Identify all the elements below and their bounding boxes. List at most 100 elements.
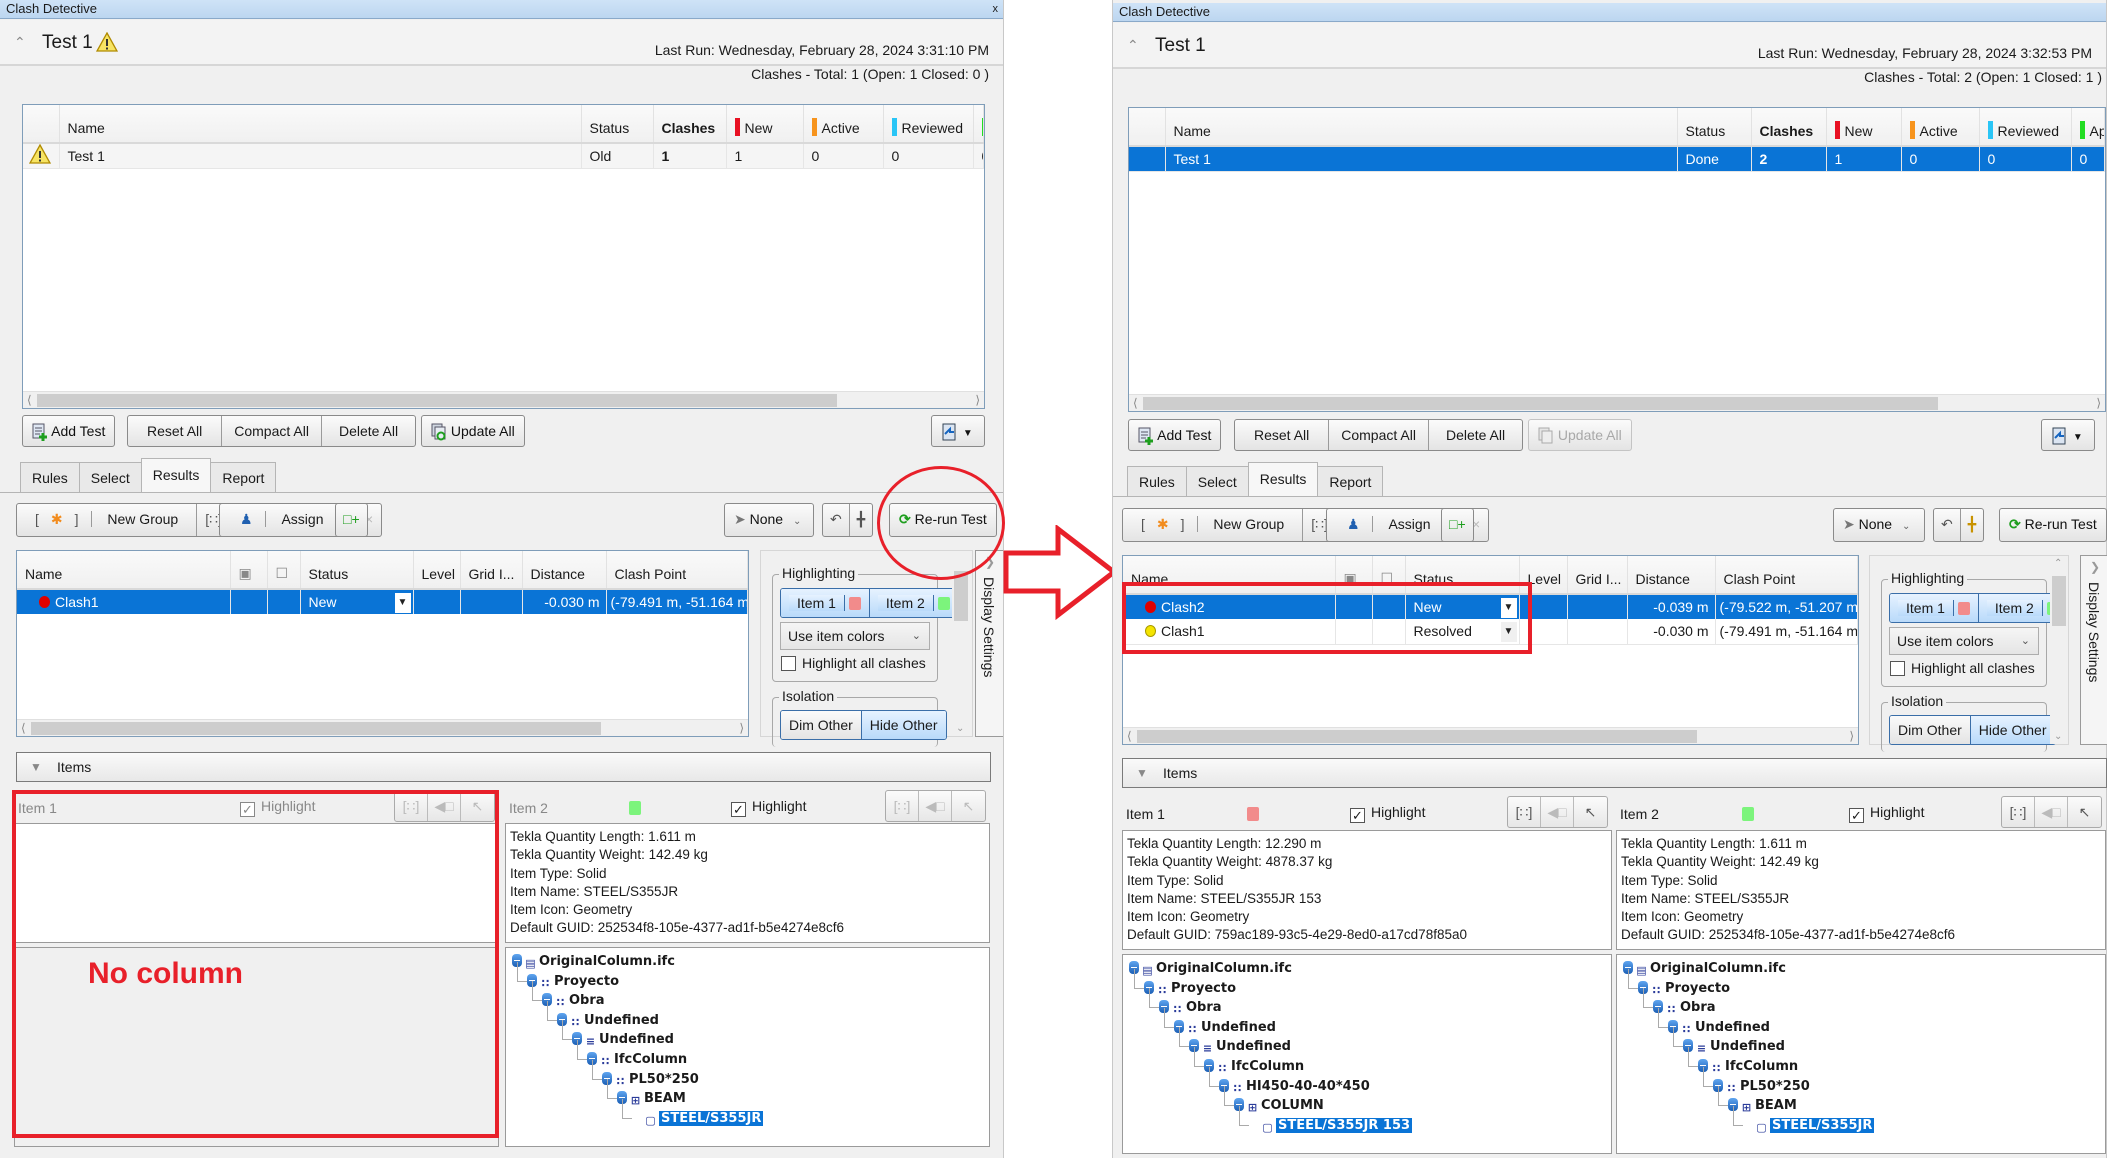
close-button[interactable]: x	[993, 0, 999, 18]
column-header-comments[interactable]: ☐	[267, 551, 301, 590]
tree-node[interactable]: ▢ STEEL/S355JR	[512, 1098, 983, 1129]
rerun-test-button[interactable]: ⟳ Re-run Test	[1999, 508, 2107, 542]
column-header-name[interactable]: Name	[1165, 108, 1678, 147]
reset-sort-icon[interactable]: ↶	[823, 504, 850, 536]
tree-node[interactable]: ∷ IfcColumn	[512, 1039, 983, 1070]
tree-node[interactable]: ∷ HI450-40-40*450	[1129, 1066, 1605, 1097]
group-icon[interactable]: [∷]	[2002, 797, 2035, 827]
clean-icon[interactable]: ╋	[850, 504, 872, 536]
vertical-scrollbar[interactable]: ⌄	[952, 551, 970, 736]
tab-results[interactable]: Results	[140, 458, 212, 492]
column-header-status[interactable]: Status	[300, 551, 414, 590]
tree-node[interactable]: ▢ STEEL/S355JR	[1623, 1105, 2099, 1136]
column-header-reviewed[interactable]: Reviewed	[1979, 108, 2072, 147]
return-icon[interactable]: ◀□	[1541, 797, 1574, 827]
column-header-icon[interactable]	[23, 105, 60, 144]
tree-node[interactable]: ∷ Obra	[512, 981, 983, 1011]
tab-select[interactable]: Select	[1185, 466, 1249, 496]
update-all-button[interactable]: Update All	[421, 415, 525, 447]
reset-all-button[interactable]: Reset All	[128, 416, 223, 446]
new-group-button[interactable]: [✱] New Group	[17, 504, 198, 536]
tree-node[interactable]: ∷ Proyecto	[512, 961, 983, 992]
tree-node[interactable]: ▤ OriginalColumn.ifc	[1623, 959, 2099, 979]
column-header-active[interactable]: Active	[803, 105, 884, 144]
add-comment-button[interactable]: □+	[1441, 508, 1474, 542]
tab-select[interactable]: Select	[78, 462, 142, 492]
column-header-level[interactable]: Level	[413, 551, 461, 590]
collapse-chevron-icon[interactable]: ⌃	[1127, 37, 1139, 54]
horizontal-scrollbar[interactable]: ⟨ ⟩	[17, 719, 748, 736]
tree-node[interactable]: ∷ Undefined	[1623, 1007, 2099, 1038]
assign-button[interactable]: ♟ Assign	[1327, 509, 1452, 541]
column-header-clash-point[interactable]: Clash Point	[606, 551, 748, 590]
column-header-new[interactable]: New	[726, 105, 804, 144]
item1-toggle[interactable]: Item 1	[1890, 594, 1979, 622]
hide-other-button[interactable]: Hide Other	[1970, 716, 2055, 744]
column-header-grid[interactable]: Grid I...	[460, 551, 523, 590]
column-header-icon[interactable]	[1129, 108, 1166, 147]
dim-other-button[interactable]: Dim Other	[1890, 716, 1971, 744]
column-header-distance[interactable]: Distance	[522, 551, 607, 590]
column-header-distance[interactable]: Distance	[1627, 556, 1716, 595]
tests-grid[interactable]: Name Status Clashes New Active Reviewed …	[1128, 107, 2106, 412]
tree-node[interactable]: ▢ STEEL/S355JR 153	[1129, 1105, 1605, 1136]
tree-node[interactable]: ∷ IfcColumn	[1623, 1046, 2099, 1077]
tree-node[interactable]: ∷ Obra	[1623, 988, 2099, 1018]
new-group-button[interactable]: [✱] New Group	[1123, 509, 1304, 541]
item2-highlight-checkbox[interactable]: ✓ Highlight	[731, 798, 806, 817]
tree-node[interactable]: ∷ IfcColumn	[1129, 1046, 1605, 1077]
tree-node[interactable]: ⊞ COLUMN	[1129, 1086, 1605, 1116]
delete-all-button[interactable]: Delete All	[322, 416, 415, 446]
import-export-button[interactable]: ▼	[2041, 419, 2095, 451]
filter-dropdown[interactable]: ➤ None ⌄	[1833, 508, 1925, 542]
tab-report[interactable]: Report	[210, 462, 277, 492]
column-header-reviewed[interactable]: Reviewed	[883, 105, 974, 144]
column-header-viewpoint[interactable]: ▣	[230, 551, 268, 590]
tree-node[interactable]: ∷ Undefined	[1129, 1007, 1605, 1038]
tab-report[interactable]: Report	[1317, 466, 1384, 496]
tree-node[interactable]: ⊞ BEAM	[1623, 1086, 2099, 1116]
column-header-active[interactable]: Active	[1901, 108, 1980, 147]
tree-node[interactable]: ∷ PL50*250	[512, 1059, 983, 1090]
test-header[interactable]: ⌃ Test 1 Last Run: Wednesday, February 2…	[0, 20, 1003, 66]
tree-node[interactable]: ▤ OriginalColumn.ifc	[512, 952, 983, 972]
status-dropdown[interactable]: ▼	[394, 593, 411, 613]
column-header-name[interactable]: Name	[59, 105, 582, 144]
column-header-new[interactable]: New	[1826, 108, 1902, 147]
column-header-clash-point[interactable]: Clash Point	[1715, 556, 1858, 595]
return-icon[interactable]: ◀□	[919, 791, 952, 821]
column-header-name[interactable]: Name	[17, 551, 231, 590]
select-pointer-icon[interactable]: ↖	[952, 791, 985, 821]
reset-sort-icon[interactable]: ↶	[1934, 509, 1961, 541]
column-header-clashes[interactable]: Clashes	[1751, 108, 1827, 147]
item1-selection-tree[interactable]: ▤ OriginalColumn.ifc ∷ Proyecto ∷ Obra ∷ Undefi…	[1122, 954, 1612, 1154]
reset-all-button[interactable]: Reset All	[1235, 420, 1330, 450]
column-header-status[interactable]: Status	[581, 105, 654, 144]
tab-results[interactable]: Results	[1247, 462, 1319, 496]
return-icon[interactable]: ◀□	[2035, 797, 2068, 827]
filter-dropdown[interactable]: ➤ None ⌄	[724, 503, 814, 537]
tests-grid[interactable]: Name Status Clashes New Active Reviewed …	[22, 104, 985, 409]
dim-other-button[interactable]: Dim Other	[781, 711, 862, 739]
table-row[interactable]: Clash1 New ▼ -0.030 m (-79.491 m, -51.164…	[17, 589, 748, 614]
tree-node[interactable]: ∷ Obra	[1129, 988, 1605, 1018]
column-header-status[interactable]: Status	[1677, 108, 1752, 147]
item2-toggle[interactable]: Item 2	[869, 589, 958, 617]
delete-all-button[interactable]: Delete All	[1429, 420, 1522, 450]
select-pointer-icon[interactable]: ↖	[1574, 797, 1607, 827]
column-header-grid[interactable]: Grid I...	[1567, 556, 1628, 595]
table-row[interactable]: Test 1 Done 2 1 0 0 0	[1129, 146, 2105, 172]
display-settings-tab[interactable]: ❯ Display Settings	[2080, 555, 2107, 745]
item1-highlight-checkbox[interactable]: ✓ Highlight	[1350, 804, 1425, 823]
highlight-all-checkbox[interactable]: Highlight all clashes	[1890, 660, 2035, 676]
compact-all-button[interactable]: Compact All	[1329, 420, 1429, 450]
hide-other-button[interactable]: Hide Other	[861, 711, 946, 739]
vertical-scrollbar[interactable]: ⌃ ⌄	[2050, 556, 2068, 744]
highlight-color-mode-select[interactable]: Use item colors ⌄	[1889, 627, 2039, 655]
item2-selection-tree[interactable]: ▤ OriginalColumn.ifc ∷ Proyecto ∷ Obra ∷ Undefi…	[1616, 954, 2106, 1154]
tab-rules[interactable]: Rules	[20, 462, 80, 492]
horizontal-scrollbar[interactable]: ⟨ ⟩	[1129, 394, 2105, 411]
add-test-button[interactable]: Add Test	[1128, 419, 1222, 451]
tree-node[interactable]: ∷ PL50*250	[1623, 1066, 2099, 1097]
items-section-header[interactable]: ▼ Items	[1122, 758, 2107, 788]
